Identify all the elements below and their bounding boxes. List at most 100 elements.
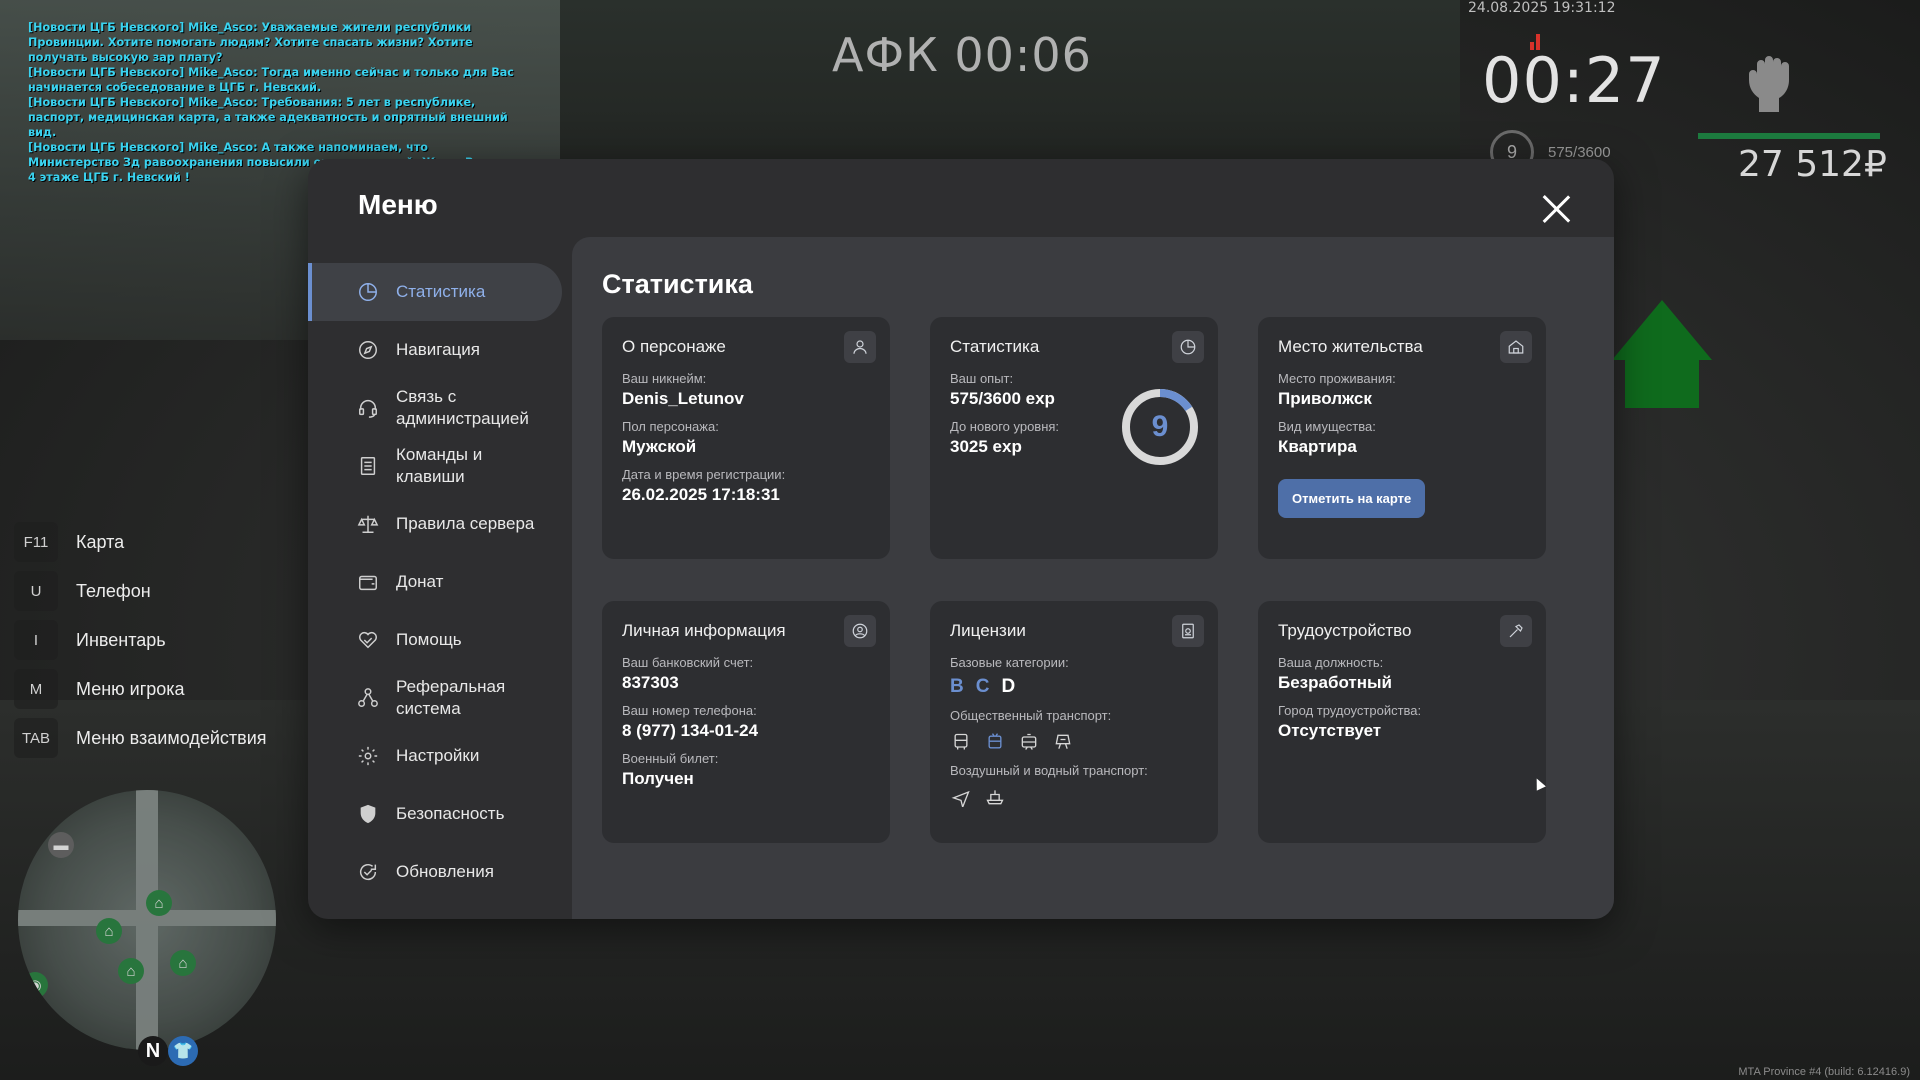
hotkey-key: M	[14, 669, 58, 709]
chat-line: [Новости ЦГБ Невского] Mike_Asco: Требов…	[28, 96, 508, 139]
bank-account-value: 837303	[622, 673, 679, 692]
user-circle-icon	[844, 615, 876, 647]
licenses-card: Лицензии Базовые категории: B C D Общест…	[930, 601, 1218, 843]
hotkey-key: TAB	[14, 718, 58, 758]
hotkey-interaction-menu: TAB Меню взаимодействия	[14, 718, 267, 758]
field-label: Ваша должность:	[1278, 655, 1384, 670]
minimap-road	[18, 910, 276, 926]
plane-icon	[950, 786, 972, 808]
card-title: Личная информация	[622, 621, 786, 640]
building	[560, 0, 1460, 170]
gender-value: Мужской	[622, 437, 697, 456]
field-label: Общественный транспорт:	[950, 708, 1112, 723]
money-display: 27 512₽	[1738, 144, 1887, 185]
close-button[interactable]	[1540, 193, 1572, 225]
metro-icon	[1052, 731, 1074, 753]
pie-chart-icon	[356, 280, 380, 304]
nav-item-admin-contact[interactable]: Связь с администрацией	[308, 379, 562, 437]
house-icon: ⌂	[146, 890, 172, 916]
character-card: О персонаже Ваш никнейм: Denis_Letunov П…	[602, 317, 890, 559]
level-progress-ring: 9	[1120, 387, 1200, 467]
nav-item-navigation[interactable]: Навигация	[308, 321, 562, 379]
nav-label: Безопасность	[396, 804, 505, 823]
hotkey-player-menu: M Меню игрока	[14, 669, 267, 709]
field-label: Ваш опыт:	[950, 371, 1014, 386]
nav-label: Навигация	[396, 340, 480, 359]
field-label: Место проживания:	[1278, 371, 1396, 386]
chat-line: [Новости ЦГБ Невского] Mike_Asco: Тогда …	[28, 66, 514, 94]
nav-label: Правила сервера	[396, 514, 535, 533]
field-label: Военный билет:	[622, 751, 719, 766]
nav-item-statistics[interactable]: Статистика	[308, 263, 562, 321]
bus-icon	[950, 731, 972, 753]
ship-icon	[984, 786, 1006, 808]
gear-icon	[356, 744, 380, 768]
card-title: Статистика	[950, 337, 1040, 356]
field-label: Пол персонажа:	[622, 419, 719, 434]
date-time: 24.08.2025 19:31:12	[1468, 0, 1616, 16]
afk-timer: АФК 00:06	[832, 28, 1092, 82]
field-label: Вид имущества:	[1278, 419, 1376, 434]
position-value: Безработный	[1278, 673, 1392, 692]
shirt-icon: 👕	[168, 1036, 198, 1066]
field-label: Дата и время регистрации:	[622, 467, 786, 482]
card-title: Место жительства	[1278, 337, 1423, 356]
hotkey-list: F11 Карта U Телефон I Инвентарь M Меню игрок…	[14, 522, 267, 767]
nav-label: Связь с администрацией	[396, 387, 529, 428]
hotkey-label: Инвентарь	[76, 629, 166, 650]
nav-label: Реферальная система	[396, 677, 506, 718]
hotkey-inventory: I Инвентарь	[14, 620, 267, 660]
statistics-panel: Статистика О персонаже Ваш никнейм: Deni…	[572, 237, 1614, 919]
build-info: MTA Province #4 (build: 6.12416.9)	[1738, 1066, 1910, 1078]
card-title: Трудоустройство	[1278, 621, 1412, 640]
nav-item-help[interactable]: Помощь	[308, 611, 562, 669]
level-number: 9	[1151, 410, 1169, 443]
menu-modal: Меню Статистика Навигация Связь с админи…	[308, 159, 1614, 919]
license-categories: B C D	[950, 676, 1198, 698]
wallet-icon	[356, 570, 380, 594]
air-water-licenses	[950, 786, 1198, 808]
menu-sidebar: Статистика Навигация Связь с администрац…	[308, 263, 562, 901]
nav-item-updates[interactable]: Обновления	[308, 843, 562, 901]
field-label: Ваш никнейм:	[622, 371, 707, 386]
nav-item-security[interactable]: Безопасность	[308, 785, 562, 843]
personal-info-card: Личная информация Ваш банковский счет: 8…	[602, 601, 890, 843]
nav-item-referral[interactable]: Реферальная система	[308, 669, 562, 727]
document-icon	[1172, 615, 1204, 647]
hotkey-key: U	[14, 571, 58, 611]
chat-line: [Новости ЦГБ Невского] Mike_Asco: Уважае…	[28, 21, 473, 64]
big-timer: 00:27	[1482, 44, 1666, 117]
employment-city-value: Отсутствует	[1278, 721, 1382, 740]
hammer-icon	[1500, 615, 1532, 647]
hotkey-map: F11 Карта	[14, 522, 267, 562]
nickname-value: Denis_Letunov	[622, 389, 744, 408]
user-icon	[844, 331, 876, 363]
nav-item-donate[interactable]: Донат	[308, 553, 562, 611]
nav-item-settings[interactable]: Настройки	[308, 727, 562, 785]
hotkey-label: Карта	[76, 531, 125, 552]
registration-value: 26.02.2025 17:18:31	[622, 485, 780, 504]
mark-on-map-button[interactable]: Отметить на карте	[1278, 479, 1426, 518]
public-transport-licenses	[950, 731, 1198, 753]
fist-icon	[1745, 52, 1797, 114]
card-title: Лицензии	[950, 621, 1026, 640]
employment-card: Трудоустройство Ваша должность: Безработ…	[1258, 601, 1546, 843]
shield-icon	[356, 802, 380, 826]
card-title: О персонаже	[622, 337, 726, 356]
nav-item-server-rules[interactable]: Правила сервера	[308, 495, 562, 553]
military-id-value: Получен	[622, 769, 694, 788]
house-icon: ⌂	[170, 950, 196, 976]
license-category-b: B	[950, 676, 964, 697]
nav-label: Команды и клавиши	[396, 445, 483, 486]
nav-item-commands[interactable]: Команды и клавиши	[308, 437, 562, 495]
north-marker-icon: N	[138, 1036, 168, 1066]
phone-value: 8 (977) 134-01-24	[622, 721, 759, 740]
nav-label: Статистика	[396, 282, 486, 301]
hotkey-label: Меню взаимодействия	[76, 727, 267, 748]
referral-icon	[356, 686, 380, 710]
stats-card: Статистика Ваш опыт: 575/3600 exp До нов…	[930, 317, 1218, 559]
hotkey-phone: U Телефон	[14, 571, 267, 611]
nav-label: Донат	[396, 572, 444, 591]
field-label: Ваш банковский счет:	[622, 655, 754, 670]
field-label: Воздушный и водный транспорт:	[950, 763, 1148, 778]
